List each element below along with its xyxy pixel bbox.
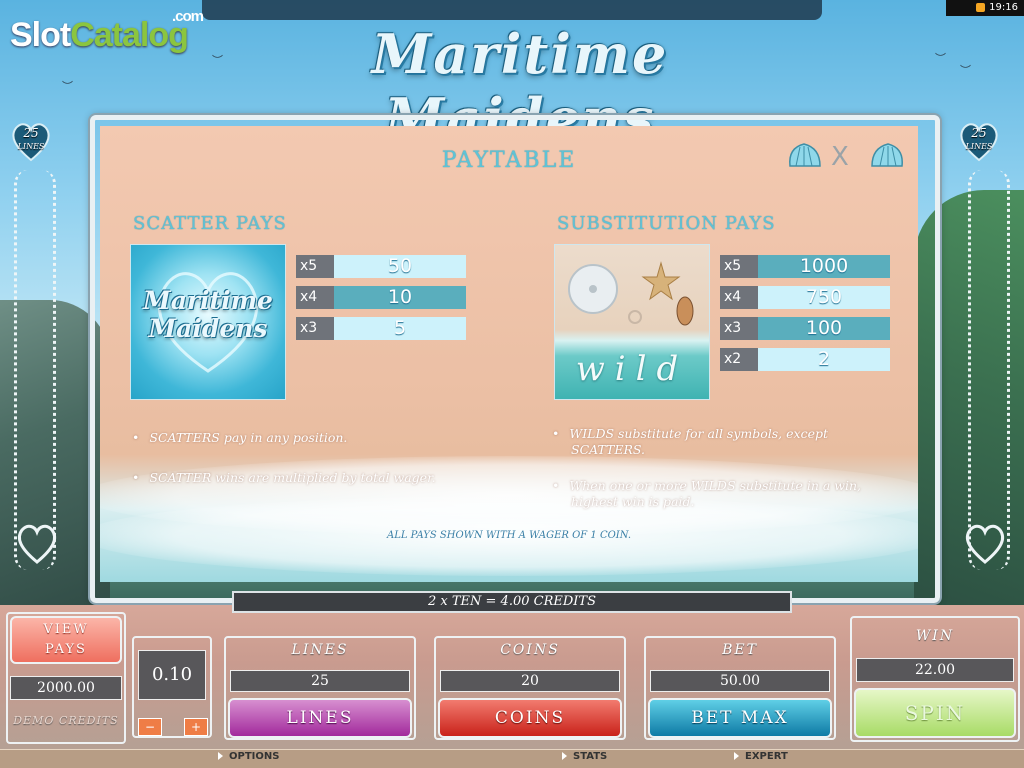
- scatter-pay-row: x5 50: [296, 255, 466, 278]
- left-heart-ornament: [14, 520, 60, 566]
- top-bar: [202, 0, 822, 20]
- coin-size-minus-button[interactable]: −: [138, 718, 162, 736]
- watermark-suffix: .com: [172, 8, 204, 25]
- watermark-logo: SlotCatalog .com: [10, 8, 204, 55]
- lines-badge-count: 25: [23, 126, 39, 140]
- clock-time: 19:16: [989, 2, 1018, 13]
- wild-symbol-text: wild: [575, 349, 689, 389]
- coins-value: 20: [440, 670, 620, 692]
- watermark-part2: Catalog: [70, 16, 189, 54]
- expert-label: EXPERT: [745, 751, 788, 762]
- scatter-pays-title: SCATTER PAYS: [133, 213, 287, 234]
- coins-button[interactable]: COINS: [438, 698, 622, 738]
- scatter-note-text: SCATTER wins are multiplied by total wag…: [149, 470, 436, 485]
- substitution-note: • WILDS substitute for all symbols, excep…: [552, 426, 828, 457]
- pay-value: 1000: [758, 255, 890, 278]
- lines-badge-left: 25 LINES: [8, 118, 54, 164]
- scatter-pay-row: x3 5: [296, 317, 466, 340]
- pay-value: 750: [758, 286, 890, 309]
- shell-right-icon[interactable]: [870, 140, 906, 170]
- substitution-note-text: highest win is paid.: [571, 494, 695, 509]
- substitution-note-text: When one or more WILDS substitute in a w…: [569, 478, 862, 493]
- pay-multiplier: x3: [296, 317, 334, 340]
- pay-multiplier: x3: [720, 317, 758, 340]
- right-heart-ornament: [962, 520, 1008, 566]
- scatter-note: • SCATTERS pay in any position.: [132, 430, 348, 445]
- scatter-text-line2: Maidens: [148, 314, 268, 343]
- win-value: 22.00: [856, 658, 1014, 682]
- watermark-part1: Slot: [10, 16, 71, 54]
- wild-symbol: wild: [554, 244, 710, 400]
- seagull-icon: ︶: [935, 52, 946, 65]
- scatter-note-text: SCATTERS pay in any position.: [149, 430, 348, 445]
- triangle-icon: [218, 752, 223, 760]
- pay-value: 100: [758, 317, 890, 340]
- demo-credits-label: DEMO CREDITS: [13, 714, 119, 727]
- triangle-icon: [734, 752, 739, 760]
- credits-value: 2000.00: [10, 676, 122, 700]
- pay-multiplier: x4: [296, 286, 334, 309]
- close-button[interactable]: X: [831, 142, 849, 172]
- substitution-note: • When one or more WILDS substitute in a …: [552, 478, 862, 509]
- scatter-symbol-text: Maritime Maidens: [131, 287, 285, 343]
- pay-multiplier: x4: [720, 286, 758, 309]
- lines-value: 25: [230, 670, 410, 692]
- left-vine-ornament: [14, 170, 56, 570]
- view-pays-line1: VIEW: [43, 622, 89, 637]
- options-label: OPTIONS: [229, 751, 280, 762]
- paytable-panel: PAYTABLE X SCATTER PAYS Maritime Maidens…: [100, 126, 918, 582]
- seagull-icon: ︶: [960, 64, 971, 77]
- substitution-pay-row: x2 2: [720, 348, 890, 371]
- right-vine-ornament: [968, 170, 1010, 570]
- pay-multiplier: x5: [296, 255, 334, 278]
- spin-button[interactable]: SPIN: [854, 688, 1016, 738]
- pay-value: 50: [334, 255, 466, 278]
- scatter-symbol: Maritime Maidens: [130, 244, 286, 400]
- substitution-pay-row: x3 100: [720, 317, 890, 340]
- substitution-pay-row: x5 1000: [720, 255, 890, 278]
- pay-multiplier: x2: [720, 348, 758, 371]
- paytable-footnote: ALL PAYS SHOWN WITH A WAGER OF 1 COIN.: [386, 530, 632, 541]
- pay-multiplier: x5: [720, 255, 758, 278]
- options-menu[interactable]: OPTIONS: [218, 751, 279, 762]
- shell-left-icon[interactable]: [786, 140, 822, 170]
- pay-value: 5: [334, 317, 466, 340]
- stats-label: STATS: [573, 751, 608, 762]
- lines-badge-label: LINES: [965, 142, 993, 151]
- status-bar: OPTIONS STATS EXPERT: [0, 749, 1024, 768]
- stats-menu[interactable]: STATS: [562, 751, 607, 762]
- lines-label: LINES: [291, 642, 349, 658]
- scatter-pay-row: x4 10: [296, 286, 466, 309]
- substitution-note-text: SCATTERS.: [571, 442, 646, 457]
- coin-size-value: 0.10: [138, 650, 206, 700]
- coins-label: COINS: [500, 642, 560, 658]
- lines-badge-label: LINES: [17, 142, 45, 151]
- lines-button[interactable]: LINES: [228, 698, 412, 738]
- substitution-pays-title: SUBSTITUTION PAYS: [557, 213, 776, 234]
- lines-badge-count: 25: [971, 126, 987, 140]
- scatter-text-line1: Maritime: [143, 286, 273, 315]
- triangle-icon: [562, 752, 567, 760]
- view-pays-button[interactable]: VIEW PAYS: [10, 616, 122, 664]
- substitution-pay-row: x4 750: [720, 286, 890, 309]
- wallet-icon: [976, 2, 986, 12]
- pay-value: 10: [334, 286, 466, 309]
- bet-value: 50.00: [650, 670, 830, 692]
- view-pays-line2: PAYS: [45, 642, 87, 657]
- bet-label: BET: [722, 642, 758, 658]
- win-message-bar: 2 x TEN = 4.00 CREDITS: [232, 591, 792, 613]
- seagull-icon: ︶: [62, 80, 73, 93]
- lines-badge-right: 25 LINES: [956, 118, 1002, 164]
- expert-menu[interactable]: EXPERT: [734, 751, 788, 762]
- system-clock: 19:16: [946, 0, 1024, 16]
- seagull-icon: ︶: [212, 54, 223, 67]
- coin-size-plus-button[interactable]: +: [184, 718, 208, 736]
- pay-value: 2: [758, 348, 890, 371]
- substitution-note-text: WILDS substitute for all symbols, except: [569, 426, 828, 441]
- bet-max-button[interactable]: BET MAX: [648, 698, 832, 738]
- scatter-note: • SCATTER wins are multiplied by total wa…: [132, 470, 436, 485]
- win-label: WIN: [915, 628, 955, 644]
